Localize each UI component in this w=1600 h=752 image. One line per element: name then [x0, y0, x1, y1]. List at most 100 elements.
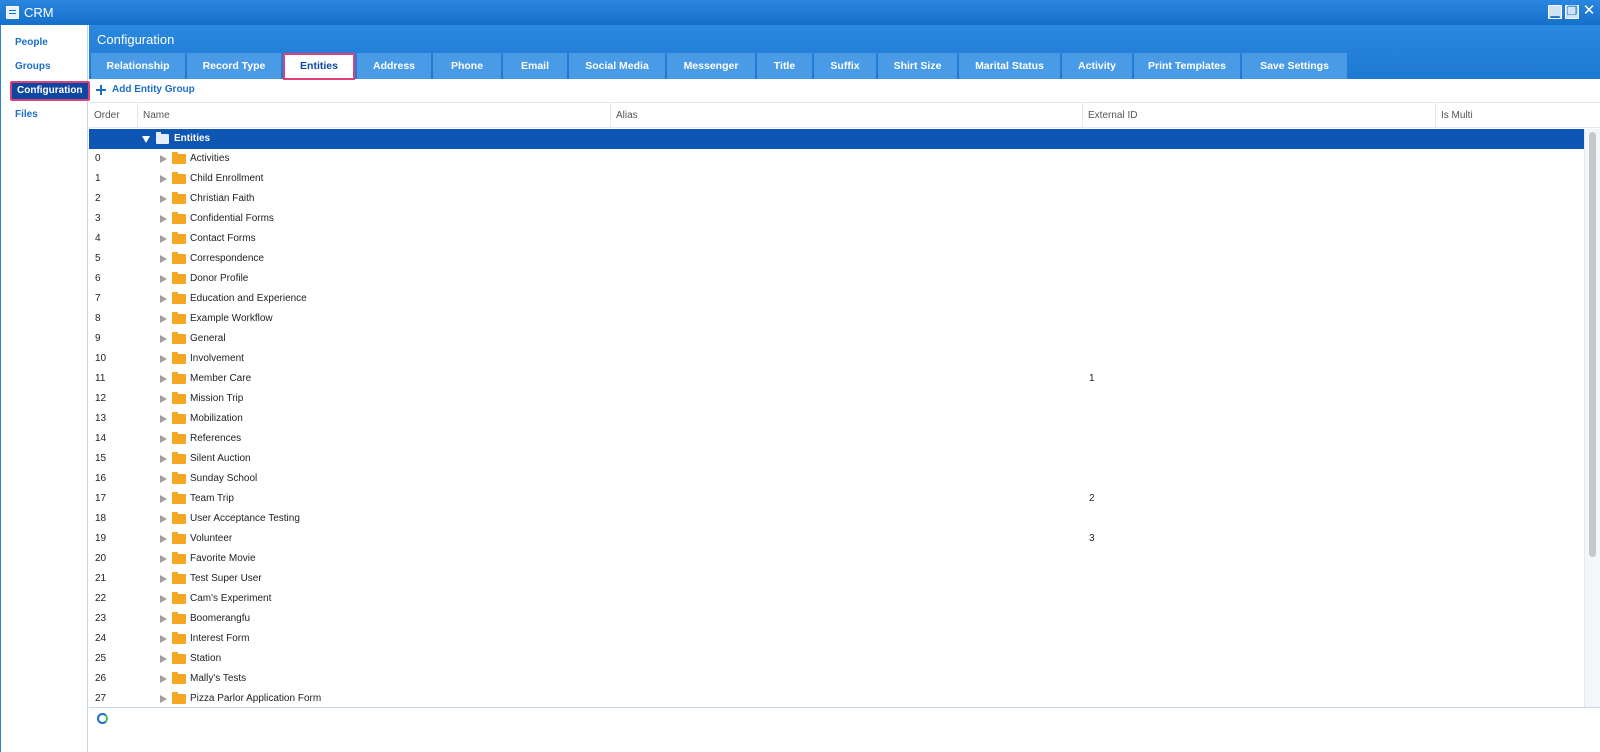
nav-item-groups[interactable]: Groups	[10, 57, 56, 77]
table-row[interactable]: 4 Contact Forms	[89, 229, 1584, 249]
collapsed-arrow-icon[interactable]	[160, 255, 167, 263]
table-row[interactable]: 27 Pizza Parlor Application Form	[89, 689, 1584, 707]
collapsed-arrow-icon[interactable]	[160, 535, 167, 543]
row-order: 26	[95, 673, 107, 684]
tab-email[interactable]: Email	[503, 53, 567, 79]
table-row[interactable]: 17 Team Trip 2	[89, 489, 1584, 509]
vertical-scrollbar[interactable]	[1584, 129, 1600, 707]
table-row[interactable]: 22 Cam's Experiment	[89, 589, 1584, 609]
collapsed-arrow-icon[interactable]	[160, 575, 167, 583]
table-row[interactable]: 8 Example Workflow	[89, 309, 1584, 329]
table-row[interactable]: 26 Mally's Tests	[89, 669, 1584, 689]
column-is-multi[interactable]: Is Multi	[1436, 103, 1584, 128]
tab-record-type[interactable]: Record Type	[187, 53, 281, 79]
collapsed-arrow-icon[interactable]	[160, 415, 167, 423]
column-order[interactable]: Order	[89, 103, 138, 128]
table-row[interactable]: 20 Favorite Movie	[89, 549, 1584, 569]
table-row[interactable]: 16 Sunday School	[89, 469, 1584, 489]
table-row[interactable]: 15 Silent Auction	[89, 449, 1584, 469]
tree-root-row[interactable]: Entities	[89, 129, 1584, 149]
tab-entities[interactable]: Entities	[283, 53, 355, 80]
collapsed-arrow-icon[interactable]	[160, 635, 167, 643]
collapsed-arrow-icon[interactable]	[160, 515, 167, 523]
tab-phone[interactable]: Phone	[433, 53, 501, 79]
table-row[interactable]: 6 Donor Profile	[89, 269, 1584, 289]
collapsed-arrow-icon[interactable]	[160, 235, 167, 243]
table-row[interactable]: 7 Education and Experience	[89, 289, 1584, 309]
row-order: 19	[95, 533, 107, 544]
tab-activity[interactable]: Activity	[1062, 53, 1132, 79]
window-controls: ▁ ❐ ✕	[1548, 3, 1596, 19]
folder-icon	[172, 392, 186, 404]
table-row[interactable]: 14 References	[89, 429, 1584, 449]
collapsed-arrow-icon[interactable]	[160, 375, 167, 383]
tab-save-settings[interactable]: Save Settings	[1242, 53, 1347, 79]
nav-item-people[interactable]: People	[10, 33, 53, 53]
tab-title[interactable]: Title	[757, 53, 812, 79]
table-row[interactable]: 21 Test Super User	[89, 569, 1584, 589]
table-row[interactable]: 12 Mission Trip	[89, 389, 1584, 409]
table-row[interactable]: 25 Station	[89, 649, 1584, 669]
add-entity-group-button[interactable]: Add Entity Group	[96, 84, 195, 95]
table-row[interactable]: 9 General	[89, 329, 1584, 349]
collapsed-arrow-icon[interactable]	[160, 215, 167, 223]
tab-shirt-size[interactable]: Shirt Size	[878, 53, 957, 79]
collapsed-arrow-icon[interactable]	[160, 315, 167, 323]
table-row[interactable]: 24 Interest Form	[89, 629, 1584, 649]
nav-item-configuration[interactable]: Configuration	[10, 81, 90, 101]
close-icon[interactable]: ✕	[1582, 3, 1596, 19]
collapsed-arrow-icon[interactable]	[160, 395, 167, 403]
collapsed-arrow-icon[interactable]	[160, 335, 167, 343]
table-row[interactable]: 2 Christian Faith	[89, 189, 1584, 209]
row-name: Team Trip	[190, 493, 234, 504]
collapsed-arrow-icon[interactable]	[160, 655, 167, 663]
column-alias[interactable]: Alias	[611, 103, 1083, 128]
collapsed-arrow-icon[interactable]	[160, 435, 167, 443]
column-name[interactable]: Name	[138, 103, 611, 128]
refresh-icon[interactable]	[97, 713, 108, 724]
table-row[interactable]: 10 Involvement	[89, 349, 1584, 369]
collapsed-arrow-icon[interactable]	[160, 595, 167, 603]
collapsed-arrow-icon[interactable]	[160, 475, 167, 483]
collapsed-arrow-icon[interactable]	[160, 295, 167, 303]
table-row[interactable]: 5 Correspondence	[89, 249, 1584, 269]
table-row[interactable]: 19 Volunteer 3	[89, 529, 1584, 549]
table-row[interactable]: 3 Confidential Forms	[89, 209, 1584, 229]
column-external-id[interactable]: External ID	[1083, 103, 1436, 128]
row-order: 5	[95, 253, 101, 264]
table-row[interactable]: 23 Boomerangfu	[89, 609, 1584, 629]
tab-relationship[interactable]: Relationship	[91, 53, 185, 79]
collapsed-arrow-icon[interactable]	[160, 455, 167, 463]
collapsed-arrow-icon[interactable]	[160, 495, 167, 503]
tab-suffix[interactable]: Suffix	[814, 53, 876, 79]
collapsed-arrow-icon[interactable]	[160, 195, 167, 203]
tab-address[interactable]: Address	[357, 53, 431, 79]
tree-root-label: Entities	[174, 133, 211, 144]
scrollbar-thumb[interactable]	[1589, 132, 1596, 557]
table-row[interactable]: 18 User Acceptance Testing	[89, 509, 1584, 529]
table-row[interactable]: 1 Child Enrollment	[89, 169, 1584, 189]
collapsed-arrow-icon[interactable]	[160, 615, 167, 623]
tab-marital-status[interactable]: Marital Status	[959, 53, 1060, 79]
collapsed-arrow-icon[interactable]	[160, 555, 167, 563]
expanded-arrow-icon[interactable]	[142, 136, 150, 143]
collapsed-arrow-icon[interactable]	[160, 175, 167, 183]
minimize-icon[interactable]: ▁	[1548, 5, 1562, 19]
row-order: 2	[95, 193, 101, 204]
collapsed-arrow-icon[interactable]	[160, 695, 167, 703]
tab-print-templates[interactable]: Print Templates	[1134, 53, 1240, 79]
tab-messenger[interactable]: Messenger	[667, 53, 755, 79]
restore-icon[interactable]: ❐	[1565, 5, 1579, 19]
collapsed-arrow-icon[interactable]	[160, 675, 167, 683]
nav-item-files[interactable]: Files	[10, 105, 43, 125]
table-row[interactable]: 13 Mobilization	[89, 409, 1584, 429]
tab-social-media[interactable]: Social Media	[569, 53, 665, 79]
folder-icon	[172, 192, 186, 204]
collapsed-arrow-icon[interactable]	[160, 355, 167, 363]
collapsed-arrow-icon[interactable]	[160, 155, 167, 163]
row-name: Education and Experience	[190, 293, 307, 304]
table-row[interactable]: 11 Member Care 1	[89, 369, 1584, 389]
table-row[interactable]: 0 Activities	[89, 149, 1584, 169]
row-order: 13	[95, 413, 107, 424]
collapsed-arrow-icon[interactable]	[160, 275, 167, 283]
